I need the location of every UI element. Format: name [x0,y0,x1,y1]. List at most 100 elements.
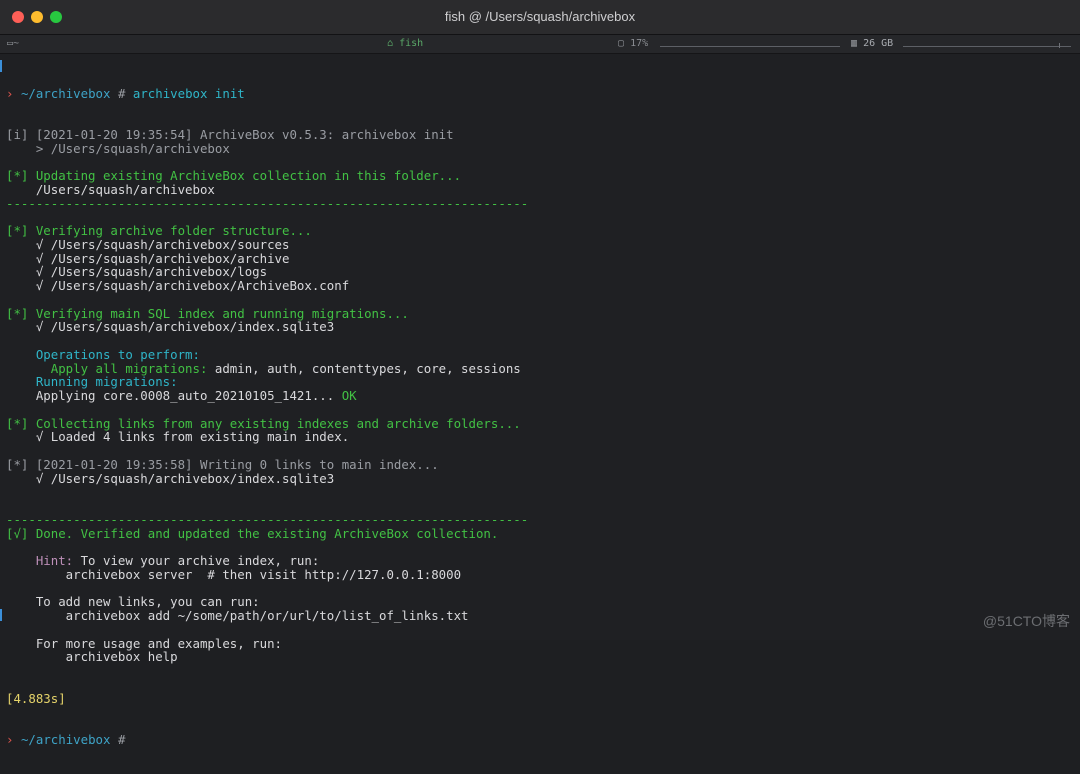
output-text: [*] Verifying main SQL index and running… [6,305,409,321]
output-text: √ /Users/squash/archivebox/logs [6,264,268,280]
output-line: [*] Verifying archive folder structure..… [6,224,1076,238]
output-line: √ /Users/squash/archivebox/sources [6,236,1076,252]
output-line: [*] [2021-01-20 19:35:58] Writing 0 link… [6,456,1076,472]
output-line: [*] Collecting links from any existing i… [6,415,1076,431]
terminal-output[interactable]: › ~/archivebox # archivebox init [i] [20… [6,59,1076,774]
final-prompt-path: ~/archivebox [20,731,111,747]
output-line: archivebox add ~/some/path/or/url/to/lis… [6,609,1076,623]
status-disk-label: 26 GB [863,38,894,49]
output-line: > /Users/squash/archivebox [6,140,1076,156]
output-line: √ /Users/squash/archivebox/logs [6,265,1076,279]
output-text: ----------------------------------------… [6,195,529,211]
output-line: Apply all migrations: admin, auth, conte… [6,360,1076,376]
cpu-sparkline [660,46,840,47]
status-cpu-label: 17% [630,38,649,49]
output-text: √ /Users/squash/archivebox/index.sqlite3 [6,319,335,335]
status-disk: ▥ 26 GB [851,38,893,49]
output-text: /Users/squash/archivebox [6,181,215,197]
output-text: √ Loaded 4 links from existing main inde… [6,429,350,445]
output-text: For more usage and examples, run: [6,635,283,651]
status-bar: ▭~ ⌂ fish ▢ 17% ▥ 26 GB [0,35,1080,54]
output-text: √ /Users/squash/archivebox/archive [6,250,290,266]
command-line: › ~/archivebox # archivebox init [6,85,1076,101]
output-line: /Users/squash/archivebox [6,181,1076,197]
output-text: To add new links, you can run: [6,594,260,610]
output-line: Operations to perform: [6,346,1076,362]
output-line: To add new links, you can run: [6,595,1076,609]
terminal-window: fish @ /Users/squash/archivebox ▭~ ⌂ fis… [0,0,1080,746]
output-text: archivebox add ~/some/path/or/url/to/lis… [6,608,469,623]
output-text: [i] [2021-01-20 19:35:54] ArchiveBox v0.… [6,126,454,142]
output-text: [*] Verifying archive folder structure..… [6,223,312,238]
prompt-path: ~/archivebox [20,85,111,101]
output-text: [√] Done. Verified and updated the exist… [6,525,499,541]
output-text: OK [334,388,357,403]
output-line: √ /Users/squash/archivebox/index.sqlite3 [6,470,1076,486]
output-line: √ Loaded 4 links from existing main inde… [6,430,1076,444]
output-line: [*] Updating existing ArchiveBox collect… [6,169,1076,183]
window-title: fish @ /Users/squash/archivebox [444,9,636,24]
output-line: archivebox help [6,650,1076,664]
status-folder[interactable]: ▭~ [7,38,19,49]
output-line: √ /Users/squash/archivebox/ArchiveBox.co… [6,279,1076,293]
output-text: > /Users/squash/archivebox [6,140,230,156]
output-text: To view your archive index, run: [73,553,320,568]
status-shell-label: fish [399,38,424,49]
output-text: Operations to perform: [6,346,200,362]
cpu-icon: ▢ [618,38,625,49]
disk-icon: ▥ [851,38,858,49]
output-line: ----------------------------------------… [6,511,1076,527]
status-shell[interactable]: ⌂ fish [387,38,423,49]
output-line: √ /Users/squash/archivebox/archive [6,250,1076,266]
final-prompt-line[interactable]: › ~/archivebox # [6,731,1076,747]
prompt-arrow: › [6,85,14,101]
output-text: [*] Updating existing ArchiveBox collect… [6,168,462,183]
disk-sparkline [903,43,1071,48]
output-text: admin, auth, contenttypes, core, session… [207,360,521,376]
output-line: [√] Done. Verified and updated the exist… [6,525,1076,541]
output-line: ----------------------------------------… [6,195,1076,211]
output-text: Applying core.0008_auto_20210105_1421... [6,388,335,403]
prompt-marker [0,609,2,621]
output-text: archivebox server # then visit http://12… [6,566,462,582]
command-duration: [4.883s] [6,690,66,706]
output-text: [*] [2021-01-20 19:35:58] Writing 0 link… [6,456,439,472]
command-text: archivebox init [132,85,245,101]
output-text: archivebox help [6,649,178,665]
output-line: archivebox server # then visit http://12… [6,566,1076,582]
prompt-arrow: › [6,731,14,747]
output-line: [i] [2021-01-20 19:35:54] ArchiveBox v0.… [6,126,1076,142]
title-bar: fish @ /Users/squash/archivebox [0,0,1080,35]
output-text: Hint: [6,553,74,568]
output-line: √ /Users/squash/archivebox/index.sqlite3 [6,320,1076,334]
output-text: ----------------------------------------… [6,511,529,527]
output-line: For more usage and examples, run: [6,635,1076,651]
prompt-symbol: # [117,85,126,101]
output-line: Running migrations: [6,375,1076,389]
output-text: [*] Collecting links from any existing i… [6,415,521,431]
output-text: Apply all migrations: [6,360,208,376]
output-line: Applying core.0008_auto_20210105_1421...… [6,389,1076,403]
prompt-marker [0,60,2,72]
output-line: [*] Verifying main SQL index and running… [6,305,1076,321]
shell-icon: ⌂ [387,38,394,49]
output-text: √ /Users/squash/archivebox/index.sqlite3 [6,470,335,486]
output-text: √ /Users/squash/archivebox/ArchiveBox.co… [6,278,350,293]
final-prompt-symbol: # [117,731,126,747]
output-lines: [i] [2021-01-20 19:35:54] ArchiveBox v0.… [6,126,1076,664]
status-folder-label: ~ [13,38,20,49]
status-cpu: ▢ 17% [618,38,648,49]
output-text: √ /Users/squash/archivebox/sources [6,236,290,252]
output-text: Running migrations: [6,374,178,390]
